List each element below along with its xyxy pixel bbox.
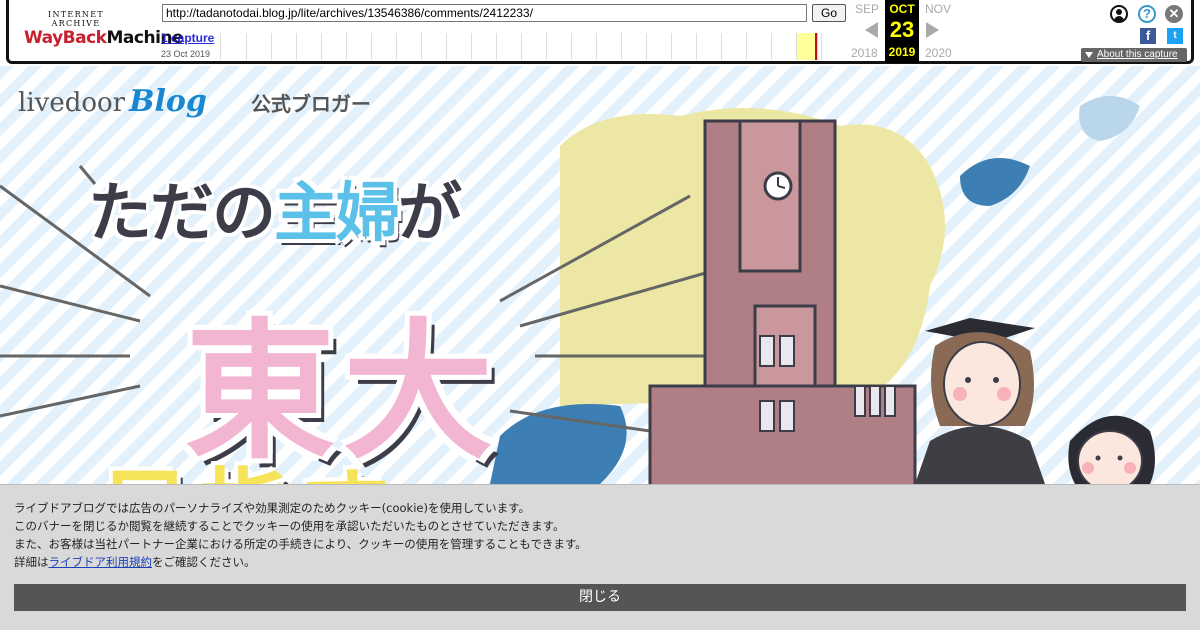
livedoor-blog-logo[interactable]: livedoor Blog 公式ブロガー: [18, 84, 371, 124]
ginkgo-leaf-icon: [1079, 96, 1140, 141]
brand-official-blogger: 公式ブロガー: [250, 92, 371, 116]
wayback-toolbar: INTERNET ARCHIVE WayBackMachine Go 1 cap…: [0, 0, 1200, 66]
sparkline-month-tick: [496, 33, 497, 60]
next-month-label: NOV: [925, 2, 952, 16]
wayback-logo[interactable]: INTERNET ARCHIVE WayBackMachine: [24, 10, 184, 50]
facebook-icon[interactable]: f: [1140, 28, 1156, 44]
brand-livedoor: livedoor: [18, 88, 126, 118]
cookie-banner: ライブドアブログでは広告のパーソナライズや効果測定のためクッキー(cookie)…: [0, 484, 1200, 630]
hero-headline-line1: ただの主婦が: [88, 177, 462, 251]
sparkline-month-tick: [696, 33, 697, 60]
cookie-close-button[interactable]: 閉じる: [14, 584, 1186, 611]
current-capture-date: OCT 23 2019: [885, 0, 919, 63]
sparkline-month-tick: [521, 33, 522, 60]
sparkline-month-tick: [821, 33, 822, 60]
url-input[interactable]: [162, 4, 807, 22]
capture-marker[interactable]: [815, 33, 817, 60]
sparkline-month-tick: [796, 33, 797, 60]
sparkline-month-tick: [396, 33, 397, 60]
sparkline-month-tick: [346, 33, 347, 60]
sparkline-month-tick: [371, 33, 372, 60]
hero-banner: livedoorBlog公式ブロガー ただの主婦が 東大 目指す: [0, 66, 1200, 484]
user-icon[interactable]: [1110, 5, 1128, 23]
child-face: [1077, 430, 1143, 484]
close-icon[interactable]: ✕: [1165, 5, 1183, 23]
current-year: 2019: [888, 45, 916, 59]
capture-date: 23 Oct 2019: [161, 49, 211, 59]
woman-face: [943, 341, 1021, 427]
logo-internet-archive-text: INTERNET ARCHIVE: [48, 10, 104, 28]
sparkline-month-tick: [721, 33, 722, 60]
hero-headline-line3: 目指す: [100, 438, 400, 484]
sparkline-month-tick: [746, 33, 747, 60]
next-year-label: 2020: [925, 46, 952, 60]
sparkline-month-tick: [246, 33, 247, 60]
help-icon[interactable]: ?: [1138, 5, 1156, 23]
current-month: OCT: [889, 2, 915, 16]
sparkline-month-tick: [471, 33, 472, 60]
about-capture-button[interactable]: About this capture: [1081, 48, 1187, 62]
prev-year-label: 2018: [851, 46, 878, 60]
ginkgo-leaf-icon: [960, 158, 1030, 206]
prev-month-label: SEP: [855, 2, 880, 16]
go-button[interactable]: Go: [812, 4, 846, 22]
woman-body: [915, 426, 1045, 484]
logo-wordmark: WayBackMachine: [24, 28, 184, 48]
sparkline-month-tick: [646, 33, 647, 60]
sparkline-month-tick: [546, 33, 547, 60]
sparkline-month-tick: [571, 33, 572, 60]
sparkline-month-tick: [671, 33, 672, 60]
capture-sparkline[interactable]: [220, 33, 846, 60]
sparkline-month-tick: [446, 33, 447, 60]
sparkline-month-tick: [421, 33, 422, 60]
sparkline-month-tick: [771, 33, 772, 60]
sparkline-month-tick: [296, 33, 297, 60]
next-arrow-icon[interactable]: [926, 22, 939, 38]
sparkline-month-tick: [621, 33, 622, 60]
sparkline-month-tick: [271, 33, 272, 60]
sparkline-month-tick: [596, 33, 597, 60]
current-day: 23: [889, 17, 915, 42]
prev-arrow-icon[interactable]: [865, 22, 878, 38]
ginkgo-leaf-icon: [490, 404, 627, 484]
sparkline-month-tick: [321, 33, 322, 60]
cookie-notice-text: ライブドアブログでは広告のパーソナライズや効果測定のためクッキー(cookie)…: [14, 501, 587, 569]
captures-link[interactable]: 1 capture: [161, 31, 214, 45]
brand-blog: Blog: [129, 84, 207, 119]
hero-illustration: [0, 96, 1155, 484]
twitter-icon[interactable]: t: [1167, 28, 1183, 44]
terms-of-use-link[interactable]: ライブドア利用規約: [49, 555, 153, 569]
